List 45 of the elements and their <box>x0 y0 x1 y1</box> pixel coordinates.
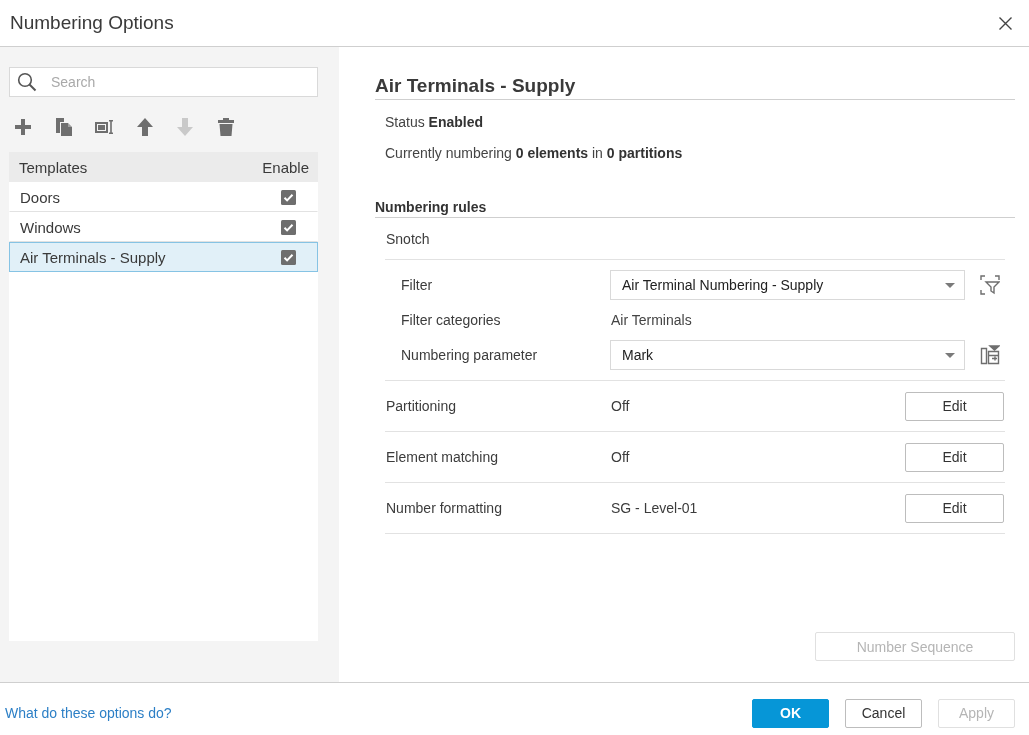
setting-value: Off <box>611 398 630 414</box>
column-header: Templates <box>19 158 88 176</box>
edit-button[interactable]: Edit <box>905 391 1004 421</box>
rename-icon[interactable] <box>94 117 114 137</box>
template-name: Doors <box>20 188 60 206</box>
setting-label: Number formatting <box>386 500 502 516</box>
trash-icon[interactable] <box>215 117 236 137</box>
template-name: Windows <box>20 218 81 236</box>
filter-icon[interactable] <box>980 275 1000 295</box>
search-field[interactable]: Search <box>9 67 318 97</box>
close-icon[interactable] <box>999 16 1012 30</box>
field-label: Filter categories <box>401 312 501 328</box>
setting-value: SG - Level-01 <box>611 500 698 516</box>
checkbox[interactable] <box>281 219 296 235</box>
caret-icon <box>945 352 955 358</box>
field-value: Air Terminals <box>610 312 692 328</box>
summary-text: Currently numbering 0 elements in 0 partitions <box>385 145 683 161</box>
dialog-button[interactable]: Cancel <box>845 698 922 728</box>
edit-button[interactable]: Edit <box>905 442 1004 472</box>
edit-button[interactable]: Edit <box>905 493 1004 523</box>
rule-name: Snotch <box>386 230 430 247</box>
window-title: Numbering Options <box>10 12 174 34</box>
setting-value: Off <box>611 449 630 465</box>
template-title: Air Terminals - Supply <box>375 75 576 97</box>
checkbox[interactable] <box>281 249 296 265</box>
copy-icon[interactable] <box>53 117 74 137</box>
plus-icon[interactable] <box>13 117 33 137</box>
section-heading: Numbering rules <box>375 199 487 215</box>
checkbox[interactable] <box>281 189 296 205</box>
field-label: Filter <box>401 277 433 293</box>
parameter-dropdown[interactable]: Mark <box>610 340 965 370</box>
template-row[interactable]: Air Terminals - Supply <box>9 242 318 272</box>
setting-label: Partitioning <box>386 398 457 414</box>
up-arrow-icon[interactable] <box>134 117 155 137</box>
caret-icon <box>945 282 955 288</box>
setting-label: Element matching <box>386 449 499 465</box>
filter-dropdown[interactable]: Air Terminal Numbering - Supply <box>610 270 965 300</box>
column-header: Enable <box>262 158 309 176</box>
search-icon <box>17 72 37 92</box>
status-text: Status Enabled <box>385 114 484 130</box>
template-name: Air Terminals - Supply <box>20 248 166 266</box>
template-row[interactable]: Doors <box>9 182 318 212</box>
field-label: Numbering parameter <box>401 347 538 363</box>
help-link[interactable]: What do these options do? <box>5 705 172 721</box>
parameter-icon[interactable] <box>980 345 1000 365</box>
